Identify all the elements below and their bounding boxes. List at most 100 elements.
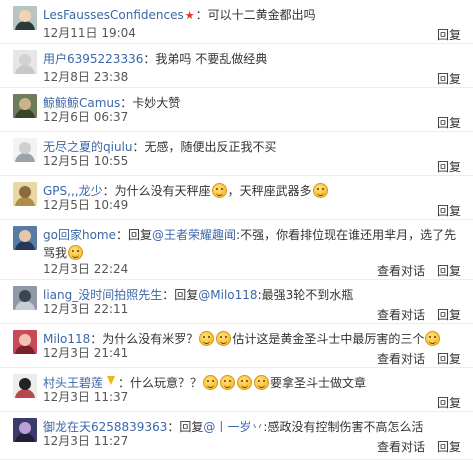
comment-actions: 回复 bbox=[425, 116, 461, 130]
colon-separator: ： bbox=[162, 288, 175, 302]
comment-time: 12月3日 11:37 bbox=[43, 390, 129, 404]
comment-text: 为什么没有天秤座 bbox=[114, 184, 211, 198]
avatar-face bbox=[19, 54, 31, 66]
comment-text: 估计这是黄金圣斗士中最厉害的三个 bbox=[232, 332, 425, 346]
user-avatar[interactable] bbox=[13, 182, 37, 206]
medal-icon bbox=[105, 376, 118, 388]
emoji-icon bbox=[203, 375, 219, 390]
username-link[interactable]: GPS,,,龙少 bbox=[43, 184, 103, 198]
reply-button[interactable]: 回复 bbox=[437, 440, 461, 454]
comment-text: 什么玩意？？ bbox=[130, 376, 203, 390]
comment-item: 御龙在天6258839363：回复@丨一岁丷:感政没有控制伤害不高怎么活 12月3… bbox=[0, 412, 473, 460]
comment-time: 12月5日 10:55 bbox=[43, 154, 129, 168]
reply-button[interactable]: 回复 bbox=[437, 72, 461, 86]
username-link[interactable]: 村头王碧莲 bbox=[43, 376, 103, 390]
star-icon: ★ bbox=[184, 9, 195, 22]
username-link[interactable]: 御龙在天6258839363 bbox=[43, 420, 167, 434]
user-avatar[interactable] bbox=[13, 374, 37, 398]
reply-button[interactable]: 回复 bbox=[437, 116, 461, 130]
user-avatar[interactable] bbox=[13, 418, 37, 442]
user-avatar[interactable] bbox=[13, 330, 37, 354]
comment-actions: 查看对话 回复 bbox=[365, 352, 461, 366]
comment-time: 12月5日 10:49 bbox=[43, 198, 129, 212]
username-link[interactable]: 无尽之夏的qiulu bbox=[43, 140, 133, 154]
user-avatar[interactable] bbox=[13, 94, 37, 118]
emoji-icon bbox=[199, 331, 215, 346]
reply-button[interactable]: 回复 bbox=[437, 308, 461, 322]
comment-time: 12月3日 11:27 bbox=[43, 434, 129, 448]
emoji-icon bbox=[211, 183, 227, 198]
comment-item: Milo118：为什么没有米罗？ 估计这是黄金圣斗士中最厉害的三个 12月3日 21… bbox=[0, 324, 473, 368]
user-avatar[interactable] bbox=[13, 138, 37, 162]
comment-list: LesFaussesConfidences★：可以十二黄金都出吗 12月11日 1… bbox=[0, 0, 473, 460]
reply-button[interactable]: 回复 bbox=[437, 204, 461, 218]
comment-actions: 回复 bbox=[425, 72, 461, 86]
comment-text: 可以十二黄金都出吗 bbox=[207, 8, 316, 22]
comment-time: 12月3日 22:24 bbox=[43, 262, 129, 276]
avatar-face bbox=[19, 98, 31, 110]
comment-actions: 回复 bbox=[425, 204, 461, 218]
reply-prefix: 回复 bbox=[128, 228, 153, 242]
avatar-body bbox=[15, 21, 35, 30]
view-conversation-button[interactable]: 查看对话 bbox=[377, 264, 425, 278]
user-avatar[interactable] bbox=[13, 286, 37, 310]
comment-time: 12月8日 23:38 bbox=[43, 70, 129, 84]
avatar-body bbox=[15, 301, 35, 310]
colon-separator: ： bbox=[143, 52, 156, 66]
avatar-face bbox=[19, 378, 31, 390]
reply-button[interactable]: 回复 bbox=[437, 264, 461, 278]
user-avatar[interactable] bbox=[13, 50, 37, 74]
avatar-body bbox=[15, 65, 35, 74]
emoji-icon bbox=[237, 375, 253, 390]
user-avatar[interactable] bbox=[13, 6, 37, 30]
avatar-body bbox=[15, 197, 35, 206]
colon-separator: ： bbox=[132, 140, 145, 154]
emoji-icon bbox=[216, 331, 232, 346]
avatar-body bbox=[15, 433, 35, 442]
comment-actions: 回复 bbox=[425, 160, 461, 174]
colon-separator: ： bbox=[90, 332, 103, 346]
username-link[interactable]: LesFaussesConfidences bbox=[43, 8, 184, 22]
comment-item: GPS,,,龙少：为什么没有天秤座 ，天秤座武器多 12月5日 10:49 回复 bbox=[0, 176, 473, 220]
emoji-icon bbox=[312, 183, 328, 198]
avatar-face bbox=[19, 142, 31, 154]
view-conversation-button[interactable]: 查看对话 bbox=[377, 352, 425, 366]
mention-link[interactable]: @王者荣耀趣闻 bbox=[152, 228, 236, 242]
comment-item: 村头王碧莲 ：什么玩意？？ 要拿圣斗士做文章 12月3日 11:37 回复 bbox=[0, 368, 473, 412]
reply-button[interactable]: 回复 bbox=[437, 160, 461, 174]
comment-content: go回家home：回复@王者荣耀趣闻:不强，你看排位现在谁还用芈月，选了先骂我 bbox=[43, 226, 461, 262]
comment-item: 用户6395223336：我弟吗 不要乱做经典 12月8日 23:38 回复 bbox=[0, 44, 473, 88]
mention-link[interactable]: @Milo118 bbox=[198, 288, 257, 302]
colon-separator: ： bbox=[118, 376, 131, 390]
comment-time: 12月6日 06:37 bbox=[43, 110, 129, 124]
avatar-body bbox=[15, 345, 35, 354]
avatar-face bbox=[19, 230, 31, 242]
comment-time: 12月3日 22:11 bbox=[43, 302, 129, 316]
comment-text: 为什么没有米罗？ bbox=[102, 332, 199, 346]
reply-button[interactable]: 回复 bbox=[437, 396, 461, 410]
avatar-face bbox=[19, 334, 31, 346]
emoji-icon bbox=[425, 331, 441, 346]
comment-text: 无感，随便出反正我不买 bbox=[144, 140, 277, 154]
username-link[interactable]: liang_没时间拍照先生 bbox=[43, 288, 162, 302]
username-link[interactable]: Milo118 bbox=[43, 332, 90, 346]
username-link[interactable]: 用户6395223336 bbox=[43, 52, 143, 66]
colon-separator: ： bbox=[120, 96, 133, 110]
emoji-icon bbox=[254, 375, 270, 390]
view-conversation-button[interactable]: 查看对话 bbox=[377, 308, 425, 322]
avatar-face bbox=[19, 186, 31, 198]
avatar-body bbox=[15, 241, 35, 250]
comment-actions: 查看对话 回复 bbox=[365, 264, 461, 278]
user-avatar[interactable] bbox=[13, 226, 37, 250]
mention-link[interactable]: @丨一岁丷 bbox=[203, 420, 263, 434]
comment-text: :最强3轮不到水瓶 bbox=[257, 288, 354, 302]
username-link[interactable]: go回家home bbox=[43, 228, 116, 242]
view-conversation-button[interactable]: 查看对话 bbox=[377, 440, 425, 454]
comment-text: 卡妙大赞 bbox=[132, 96, 181, 110]
comment-text: :感政没有控制伤害不高怎么活 bbox=[263, 420, 424, 434]
reply-button[interactable]: 回复 bbox=[437, 352, 461, 366]
reply-button[interactable]: 回复 bbox=[437, 28, 461, 42]
comment-time: 12月3日 21:41 bbox=[43, 346, 129, 360]
username-link[interactable]: 鲸鲸鲸Camus bbox=[43, 96, 120, 110]
comment-content: 用户6395223336：我弟吗 不要乱做经典 bbox=[43, 50, 461, 68]
